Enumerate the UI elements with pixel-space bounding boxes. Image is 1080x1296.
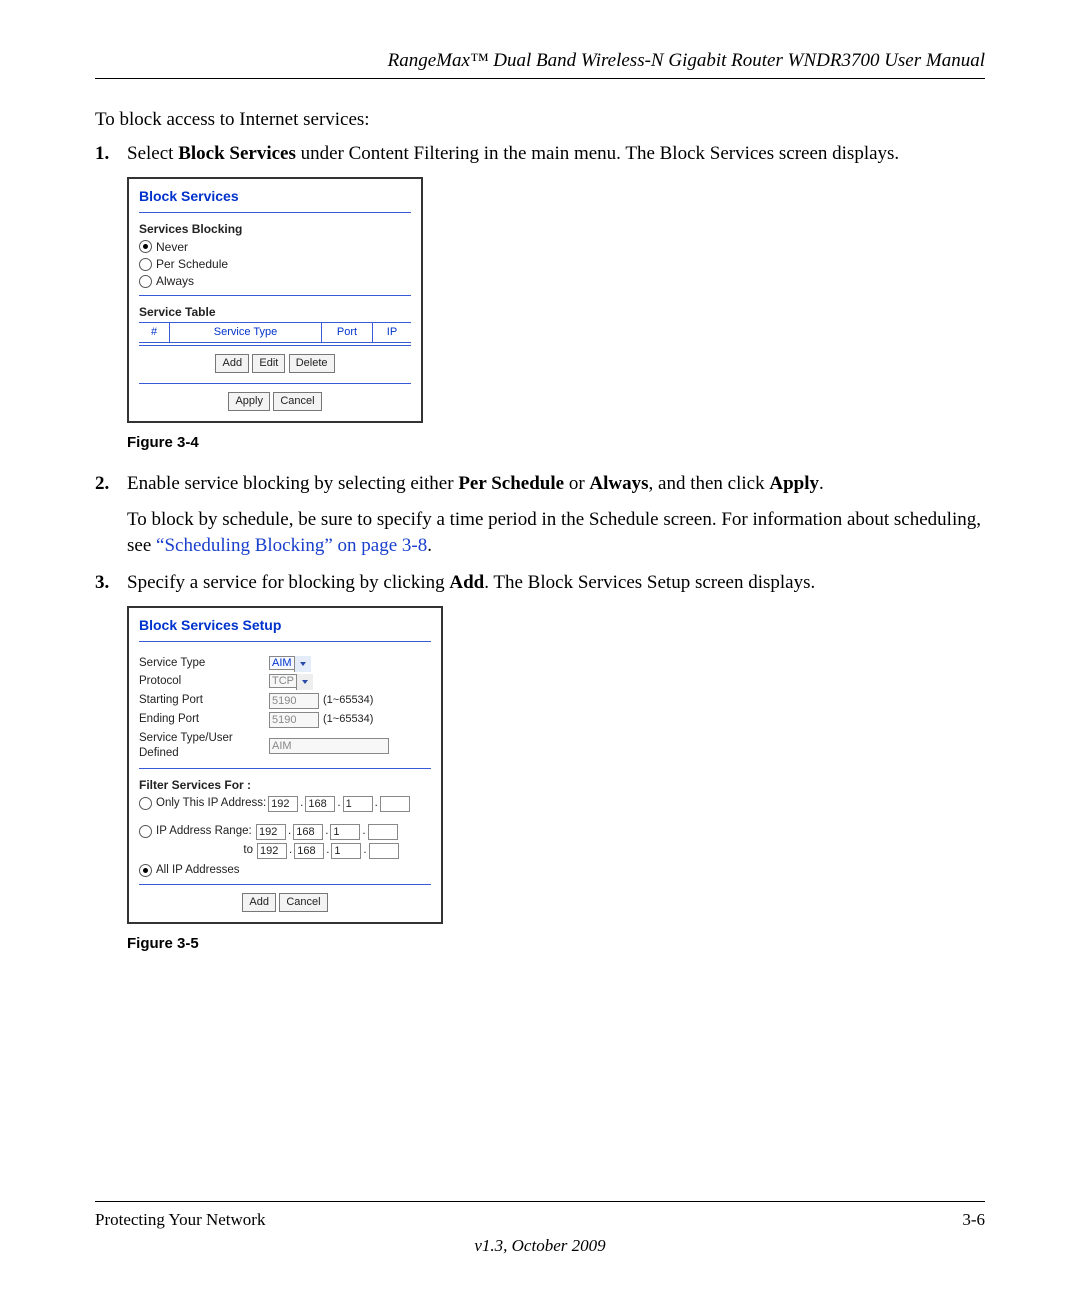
fig35-title: Block Services Setup	[139, 616, 431, 635]
footer-page: 3-6	[962, 1210, 985, 1230]
step-2: Enable service blocking by selecting eit…	[95, 471, 985, 558]
lbl-user-defined: Service Type/User Defined	[139, 731, 269, 762]
fig34-apply-button[interactable]: Apply	[228, 392, 270, 411]
range-from-oct1[interactable]: 192	[256, 824, 286, 840]
footer-version: v1.3, October 2009	[95, 1236, 985, 1256]
fig35-caption: Figure 3-5	[127, 934, 985, 954]
range-from-oct3[interactable]: 1	[330, 824, 360, 840]
filter-heading: Filter Services For :	[139, 777, 431, 793]
radio-only-ip-label: Only This IP Address:	[156, 796, 266, 812]
radio-all-ip-label: All IP Addresses	[156, 863, 240, 879]
th-ip: IP	[373, 323, 412, 343]
page-footer: Protecting Your Network 3-6 v1.3, Octobe…	[95, 1201, 985, 1256]
th-port: Port	[322, 323, 373, 343]
manual-title: RangeMax™ Dual Band Wireless-N Gigabit R…	[388, 50, 985, 71]
step2-end: .	[819, 473, 824, 494]
chevron-down-icon[interactable]	[296, 674, 313, 690]
radio-per-schedule-row[interactable]: Per Schedule	[139, 256, 411, 272]
step1-post: under Content Filtering in the main menu…	[296, 143, 899, 164]
start-port-input[interactable]: 5190	[269, 693, 319, 709]
fig35-cancel-button[interactable]: Cancel	[279, 893, 327, 912]
service-type-select[interactable]: AIM	[269, 656, 311, 672]
step1-pre: Select	[127, 143, 178, 164]
step3-post: . The Block Services Setup screen displa…	[484, 572, 815, 593]
fig34-edit-button[interactable]: Edit	[252, 354, 285, 373]
fig35-add-button[interactable]: Add	[242, 893, 276, 912]
fig34-screenshot: Block Services Services Blocking Never P…	[127, 177, 423, 423]
step2-pre: Enable service blocking by selecting eit…	[127, 473, 458, 494]
radio-all-ip[interactable]	[139, 864, 152, 877]
start-port-hint: (1~65534)	[323, 693, 373, 708]
only-ip-oct1[interactable]: 192	[268, 796, 298, 812]
step2-b3: Apply	[769, 473, 819, 494]
only-ip-oct2[interactable]: 168	[305, 796, 335, 812]
step2-b1: Per Schedule	[458, 473, 564, 494]
step1-bold: Block Services	[178, 143, 296, 164]
end-port-input[interactable]: 5190	[269, 712, 319, 728]
fig35-screenshot: Block Services Setup Service Type AIM Pr…	[127, 606, 443, 925]
range-to-oct3[interactable]: 1	[331, 843, 361, 859]
range-to-oct2[interactable]: 168	[294, 843, 324, 859]
radio-only-ip[interactable]	[139, 797, 152, 810]
step-3: Specify a service for blocking by clicki…	[95, 570, 985, 954]
footer-section: Protecting Your Network	[95, 1210, 265, 1230]
to-label: to	[139, 843, 257, 859]
lbl-end-port: Ending Port	[139, 712, 269, 728]
range-to-oct1[interactable]: 192	[257, 843, 287, 859]
range-to-oct4[interactable]	[369, 843, 399, 859]
intro-text: To block access to Internet services:	[95, 109, 985, 131]
radio-ip-range[interactable]	[139, 825, 152, 838]
radio-ip-range-label: IP Address Range:	[156, 824, 256, 840]
fig34-blocking-heading: Services Blocking	[139, 221, 411, 237]
radio-always-label: Always	[156, 273, 194, 289]
end-port-hint: (1~65534)	[323, 712, 373, 727]
lbl-protocol: Protocol	[139, 674, 269, 690]
step3-bold: Add	[449, 572, 484, 593]
lbl-start-port: Starting Port	[139, 693, 269, 709]
th-type: Service Type	[170, 323, 322, 343]
fig34-table-heading: Service Table	[139, 304, 411, 320]
only-ip-oct4[interactable]	[380, 796, 410, 812]
step2-l2-end: .	[427, 535, 432, 556]
step2-mid: or	[564, 473, 589, 494]
lbl-service-type: Service Type	[139, 656, 269, 672]
fig34-delete-button[interactable]: Delete	[289, 354, 335, 373]
step2-mid2: , and then click	[649, 473, 770, 494]
th-num: #	[139, 323, 170, 343]
range-from-oct4[interactable]	[368, 824, 398, 840]
fig34-add-button[interactable]: Add	[215, 354, 249, 373]
service-table: # Service Type Port IP	[139, 322, 411, 346]
chevron-down-icon[interactable]	[294, 656, 311, 672]
step2-b2: Always	[589, 473, 648, 494]
radio-never[interactable]	[139, 240, 152, 253]
user-defined-input[interactable]: AIM	[269, 738, 389, 754]
protocol-select[interactable]: TCP	[269, 674, 313, 690]
only-ip-oct3[interactable]: 1	[343, 796, 373, 812]
step-1: Select Block Services under Content Filt…	[95, 141, 985, 453]
fig34-cancel-button[interactable]: Cancel	[273, 392, 321, 411]
radio-per-schedule[interactable]	[139, 258, 152, 271]
radio-never-label: Never	[156, 239, 188, 255]
radio-always[interactable]	[139, 275, 152, 288]
fig34-title: Block Services	[139, 187, 411, 206]
fig34-caption: Figure 3-4	[127, 433, 985, 453]
page-header: RangeMax™ Dual Band Wireless-N Gigabit R…	[95, 50, 985, 79]
range-from-oct2[interactable]: 168	[293, 824, 323, 840]
scheduling-blocking-link[interactable]: “Scheduling Blocking” on page 3-8	[156, 535, 427, 556]
radio-per-schedule-label: Per Schedule	[156, 256, 228, 272]
radio-never-row[interactable]: Never	[139, 239, 411, 255]
step3-pre: Specify a service for blocking by clicki…	[127, 572, 449, 593]
radio-always-row[interactable]: Always	[139, 273, 411, 289]
